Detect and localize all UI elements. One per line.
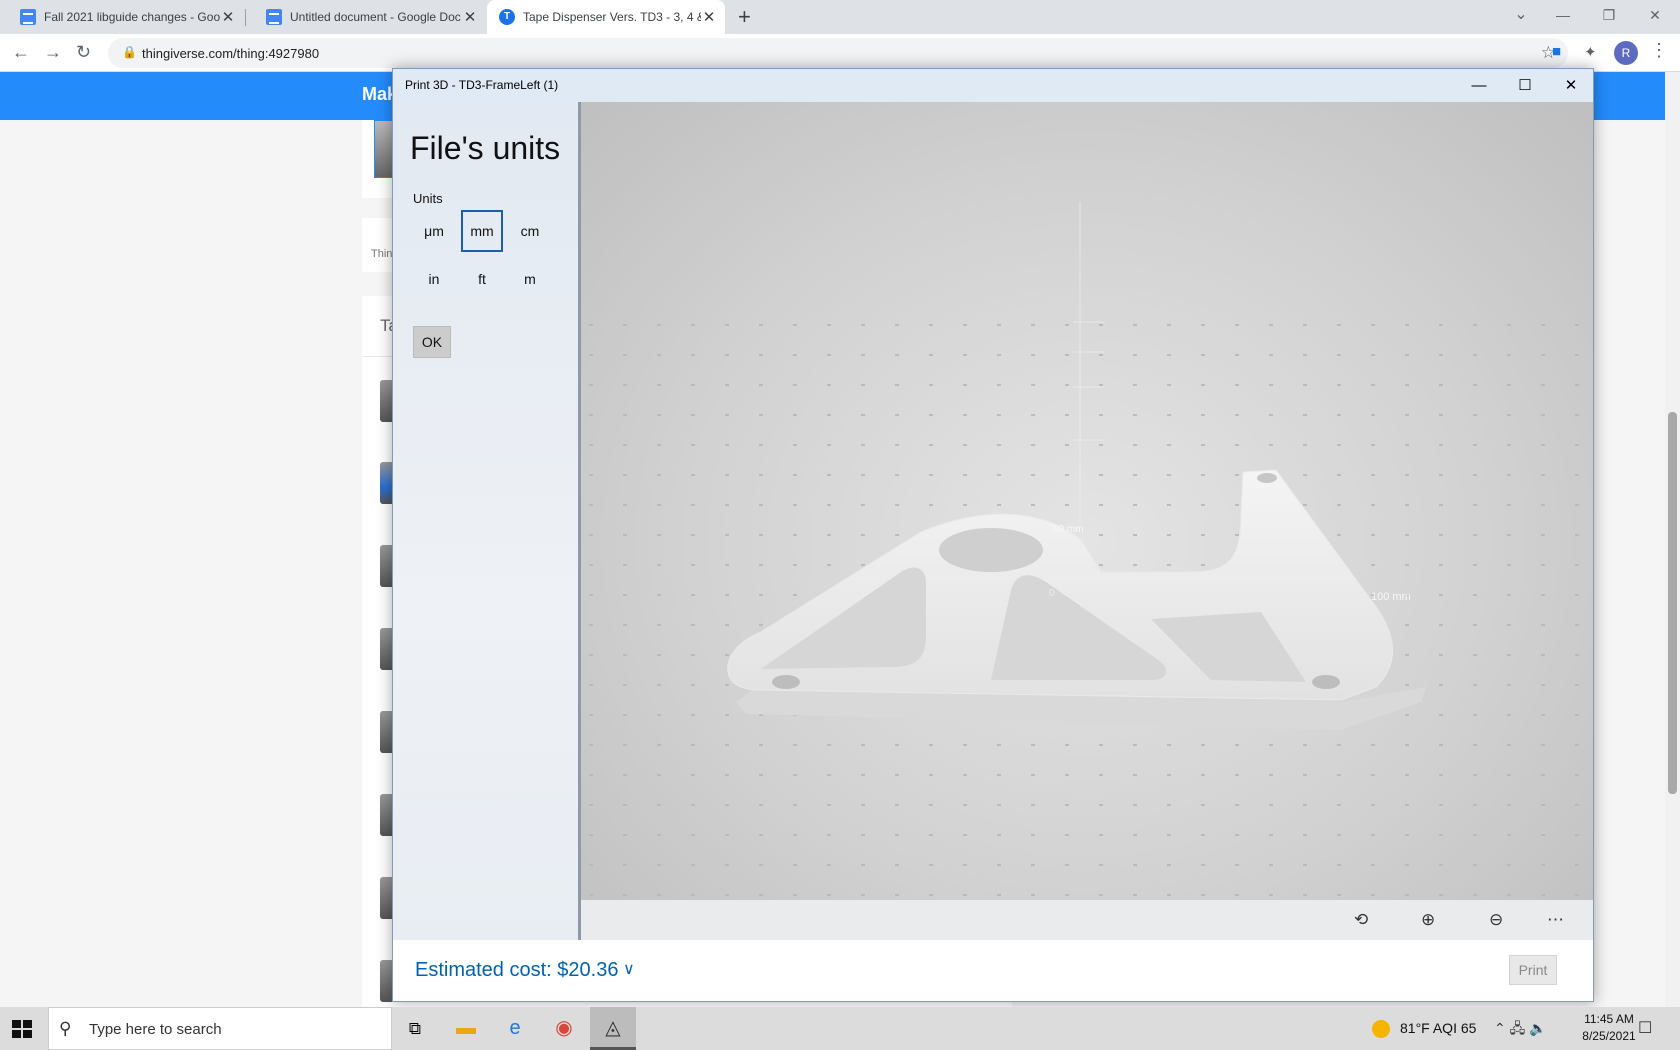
app-title: Print 3D - TD3-FrameLeft (1) xyxy=(405,78,559,92)
close-icon[interactable]: ✕ xyxy=(1548,69,1594,102)
close-tab-icon[interactable]: ✕ xyxy=(701,8,717,26)
mount-hole xyxy=(1257,473,1277,483)
chrome-icon[interactable]: ◉ xyxy=(541,1007,587,1050)
file-explorer-icon[interactable]: ▬ xyxy=(443,1007,489,1050)
docs-icon xyxy=(20,9,36,25)
unit-micrometer-button[interactable]: μm xyxy=(413,210,455,252)
panel-heading: File's units xyxy=(410,130,561,166)
zoom-in-icon[interactable]: ⊕ xyxy=(1421,910,1435,930)
unit-foot-button[interactable]: ft xyxy=(461,258,503,300)
print3d-taskbar-icon[interactable]: ◬ xyxy=(590,1007,636,1050)
mount-hole xyxy=(772,675,800,689)
tab-tape-dispenser[interactable]: T Tape Dispenser Vers. TD3 - 3, 4 & ✕ xyxy=(487,0,725,34)
task-view-icon[interactable]: ⧉ xyxy=(392,1007,438,1050)
scale-label-y: 50 mm xyxy=(1053,524,1084,535)
3d-viewport[interactable]: 50 mm 100 mm 0 xyxy=(581,102,1593,900)
cost-bar: Estimated cost: $20.36 ∨ Print xyxy=(393,940,1593,1001)
browser-tab-strip: Fall 2021 libguide changes - Goo ✕ Untit… xyxy=(0,0,1680,34)
tab-title: Fall 2021 libguide changes - Goo xyxy=(44,10,220,24)
docs-icon xyxy=(266,9,282,25)
weather-icon[interactable] xyxy=(1372,1020,1390,1038)
internet-explorer-icon[interactable]: e xyxy=(492,1007,538,1050)
model-scene: 50 mm 100 mm 0 xyxy=(581,202,1593,900)
print-button[interactable]: Print xyxy=(1509,955,1557,985)
unit-inch-button[interactable]: in xyxy=(413,258,455,300)
minimize-icon[interactable]: — xyxy=(1540,0,1586,30)
minimize-icon[interactable]: — xyxy=(1456,69,1502,102)
search-placeholder[interactable]: Type here to search xyxy=(89,1021,222,1038)
zoom-out-icon[interactable]: ⊖ xyxy=(1489,910,1503,930)
lock-icon[interactable]: 🔒 xyxy=(122,45,137,59)
browser-menu-icon[interactable]: ⋮ xyxy=(1650,40,1668,61)
reset-view-icon[interactable]: ⟲ xyxy=(1354,910,1368,930)
mount-hole xyxy=(1312,675,1340,689)
page-scrollbar[interactable] xyxy=(1665,72,1680,1007)
unit-meter-button[interactable]: m xyxy=(509,258,551,300)
new-tab-button[interactable]: + xyxy=(738,4,751,30)
taskbar-search[interactable]: ⚲ Type here to search xyxy=(48,1007,392,1050)
windows-start-icon[interactable] xyxy=(12,1020,32,1038)
restore-icon[interactable]: ❐ xyxy=(1586,0,1632,30)
scale-label-x: 100 mm xyxy=(1371,591,1411,603)
camera-extension-icon[interactable]: ■ xyxy=(1552,43,1561,60)
scrollbar-thumb[interactable] xyxy=(1668,412,1677,794)
card-snippet: Thin xyxy=(371,248,393,260)
weather-text[interactable]: 81°F AQI 65 xyxy=(1400,1020,1476,1036)
extensions-puzzle-icon[interactable]: ✦ xyxy=(1584,43,1597,61)
close-window-icon[interactable]: ✕ xyxy=(1632,0,1678,30)
address-bar[interactable]: 🔒 thingiverse.com/thing:4927980 ☆ xyxy=(108,38,1568,68)
thingiverse-icon: T xyxy=(499,9,515,25)
address-toolbar: ← → ↻ 🔒 thingiverse.com/thing:4927980 ☆ … xyxy=(0,34,1680,72)
close-tab-icon[interactable]: ✕ xyxy=(462,8,478,26)
taskbar: ⚲ Type here to search ⧉ ▬ e ◉ ◬ 81°F AQI… xyxy=(0,1007,1680,1050)
print3d-window: Print 3D - TD3-FrameLeft (1) — ☐ ✕ File'… xyxy=(392,68,1594,1002)
tab-title: Untitled document - Google Doc xyxy=(290,10,461,24)
search-icon: ⚲ xyxy=(59,1019,72,1038)
reload-icon[interactable]: ↻ xyxy=(76,42,91,63)
tab-title: Tape Dispenser Vers. TD3 - 3, 4 & xyxy=(523,10,701,24)
system-tray-icons[interactable]: ⌃ 🖧 🔈 xyxy=(1494,1018,1547,1042)
spool-hole xyxy=(939,528,1043,572)
app-title-bar: Print 3D - TD3-FrameLeft (1) — ☐ ✕ xyxy=(393,69,1593,102)
unit-millimeter-button[interactable]: mm xyxy=(461,210,503,252)
unit-centimeter-button[interactable]: cm xyxy=(509,210,551,252)
more-options-icon[interactable]: ⋯ xyxy=(1547,910,1564,930)
chevron-down-icon[interactable]: ∨ xyxy=(623,959,635,979)
viewport-toolbar: ⟲ ⊕ ⊖ ⋯ xyxy=(581,900,1593,940)
maximize-icon[interactable]: ☐ xyxy=(1502,69,1548,102)
forward-icon[interactable]: → xyxy=(44,42,62,63)
units-panel: File's units Units μm mm cm in ft m OK xyxy=(393,102,578,940)
avatar[interactable]: R xyxy=(1614,41,1638,65)
close-tab-icon[interactable]: ✕ xyxy=(220,8,236,26)
tab-untitled-document[interactable]: Untitled document - Google Doc ✕ xyxy=(246,0,486,34)
tab-search-icon[interactable]: ⌄ xyxy=(1498,0,1544,30)
units-label: Units xyxy=(413,191,443,206)
estimated-cost[interactable]: Estimated cost: $20.36 xyxy=(415,959,618,982)
url-text[interactable]: thingiverse.com/thing:4927980 xyxy=(142,46,319,61)
scale-label-origin: 0 xyxy=(1049,588,1055,599)
tab-libguide[interactable]: Fall 2021 libguide changes - Goo ✕ xyxy=(0,0,244,34)
notification-icon[interactable]: ☐ xyxy=(1638,1018,1652,1038)
ok-button[interactable]: OK xyxy=(413,326,451,358)
back-icon[interactable]: ← xyxy=(12,42,30,63)
